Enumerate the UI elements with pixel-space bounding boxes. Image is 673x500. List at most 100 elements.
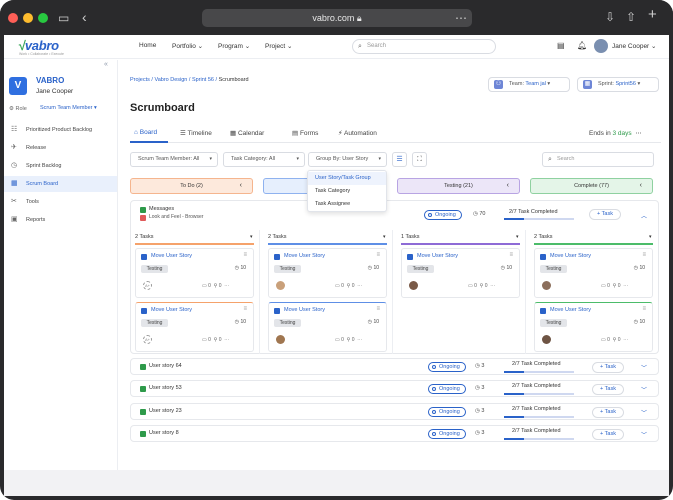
status-badge[interactable]: Ongoing — [428, 362, 466, 372]
menu-icon[interactable]: ≡ — [509, 252, 513, 258]
chevron-down-icon[interactable]: ﹀ — [641, 408, 647, 417]
user-story-row[interactable]: User story 8 Ongoing ◷ 3 2/7 Task Comple… — [130, 425, 659, 442]
tab-forms[interactable]: ▤ Forms — [292, 129, 318, 137]
user-menu[interactable]: Jane Cooper ⌄ — [612, 42, 657, 50]
assignee-avatar[interactable] — [542, 281, 551, 290]
task-card[interactable]: Move User Story ≡ Testing ◷ 10 ▭ 0 ⚲ 0 ⋯ — [534, 248, 653, 298]
status-badge[interactable]: Ongoing — [428, 407, 466, 417]
chevron-left-icon[interactable]: ‹ — [640, 179, 642, 193]
task-title[interactable]: Move User Story — [550, 253, 591, 259]
sidebar-toggle-icon[interactable]: ▭ — [58, 12, 69, 24]
chevron-down-icon[interactable]: ﹀ — [641, 430, 647, 439]
tab-calendar[interactable]: ▦ Calendar — [230, 129, 264, 137]
maximize-window-button[interactable] — [38, 13, 48, 23]
menu-icon[interactable]: ≡ — [376, 252, 380, 258]
assignee-avatar[interactable] — [542, 335, 551, 344]
inbox-icon[interactable]: ▤ — [557, 41, 565, 50]
sidebar-item-reports[interactable]: ▣ Reports — [4, 212, 117, 228]
task-title[interactable]: Move User Story — [284, 307, 325, 313]
chevron-down-icon[interactable]: ▾ — [250, 234, 253, 240]
tab-automation[interactable]: ⚡︎ Automation — [338, 129, 377, 137]
chevron-up-icon[interactable]: ︿ — [641, 211, 647, 220]
task-card[interactable]: Move User Story ≡ Testing ◷ 10 ▭ 0 ⚲ 0 ⋯ — [268, 248, 387, 298]
settings-filter-button[interactable]: ☰ — [392, 152, 407, 167]
chevron-left-icon[interactable]: ‹ — [240, 179, 242, 193]
sidebar-item-scrum-board[interactable]: ▦ Scrum Board — [4, 176, 117, 192]
user-story-row[interactable]: User story 53 Ongoing ◷ 3 2/7 Task Compl… — [130, 380, 659, 397]
chevron-down-icon[interactable]: ﹀ — [641, 363, 647, 372]
user-avatar[interactable] — [594, 39, 608, 53]
status-badge[interactable]: Ongoing — [424, 210, 462, 220]
add-task-button[interactable]: + Task — [592, 429, 624, 440]
nav-project[interactable]: Project ⌄ — [265, 42, 293, 50]
member-filter[interactable]: Scrum Team Member: All ▾ — [130, 152, 218, 167]
collapse-sidebar-icon[interactable]: « — [104, 61, 108, 68]
tab-timeline[interactable]: ☰ Timeline — [180, 129, 212, 137]
nav-portfolio[interactable]: Portfolio ⌄ — [172, 42, 203, 50]
fullscreen-button[interactable]: ⛶ — [412, 152, 427, 167]
chevron-down-icon[interactable]: ▾ — [383, 234, 386, 240]
chevron-left-icon[interactable]: ‹ — [507, 179, 509, 193]
task-title[interactable]: Move User Story — [417, 253, 458, 259]
nav-home[interactable]: Home — [139, 42, 156, 49]
groupby-option-task-category[interactable]: Task Category — [308, 185, 386, 198]
nav-program[interactable]: Program ⌄ — [218, 42, 250, 50]
story-title[interactable]: User story 53 — [149, 385, 182, 391]
sidebar-item-tools[interactable]: ✂︎ Tools — [4, 194, 117, 210]
add-task-button[interactable]: + Task — [592, 407, 624, 418]
task-card[interactable]: Move User Story ≡ Testing ◷ 10 ▭ 0 ⚲ 0 ⋯ — [268, 302, 387, 352]
task-title[interactable]: Move User Story — [550, 307, 591, 313]
tab-board[interactable]: ⌂ Board — [134, 129, 157, 136]
sidebar-item-backlog[interactable]: ☷ Prioritized Product Backlog — [4, 122, 117, 138]
story-title[interactable]: Messages — [149, 206, 174, 212]
more-icon[interactable]: ⋯ — [455, 12, 467, 24]
chevron-down-icon[interactable]: ▾ — [649, 234, 652, 240]
assignee-avatar[interactable] — [276, 335, 285, 344]
add-assignee-icon[interactable]: A+ — [143, 335, 152, 344]
menu-icon[interactable]: ≡ — [376, 306, 380, 312]
groupby-filter[interactable]: Group By: User Story ▾ — [308, 152, 387, 167]
close-window-button[interactable] — [8, 13, 18, 23]
add-task-button[interactable]: + Task — [592, 362, 624, 373]
status-badge[interactable]: Ongoing — [428, 384, 466, 394]
board-search-input[interactable]: ⌕ Search — [542, 152, 654, 167]
chevron-down-icon[interactable]: ▾ — [516, 234, 519, 240]
sidebar-item-sprint-backlog[interactable]: ◷ Sprint Backlog — [4, 158, 117, 174]
status-badge[interactable]: Ongoing — [428, 429, 466, 439]
status-complete[interactable]: Complete (77) ‹ — [530, 178, 653, 194]
groupby-option-task-assignee[interactable]: Task Assignee — [308, 198, 386, 211]
role-select[interactable]: Scrum Team Member ▾ — [40, 105, 97, 111]
global-search-input[interactable]: ⌕ Search — [352, 39, 496, 54]
sidebar-item-release[interactable]: ✈︎ Release — [4, 140, 117, 156]
back-icon[interactable]: ‹ — [82, 10, 87, 24]
story-title[interactable]: User story 64 — [149, 363, 182, 369]
team-select[interactable]: ⚇ Team: Team jal ▾ — [488, 77, 570, 92]
project-name[interactable]: VABRO — [36, 76, 64, 85]
user-story-row[interactable]: User story 64 Ongoing ◷ 3 2/7 Task Compl… — [130, 358, 659, 375]
task-title[interactable]: Move User Story — [151, 307, 192, 313]
task-title[interactable]: Move User Story — [284, 253, 325, 259]
user-story-row[interactable]: User story 23 Ongoing ◷ 3 2/7 Task Compl… — [130, 403, 659, 420]
download-icon[interactable]: ⇩ — [605, 11, 615, 23]
share-icon[interactable]: ⇧ — [626, 11, 636, 23]
vabro-logo[interactable]: √vabro — [18, 38, 59, 53]
category-filter[interactable]: Task Category: All ▾ — [223, 152, 305, 167]
add-task-button[interactable]: + Task — [592, 384, 624, 395]
groupby-option-user-story[interactable]: User Story/Task Group — [308, 172, 386, 185]
add-assignee-icon[interactable]: A+ — [143, 281, 152, 290]
add-task-button[interactable]: + Task — [589, 209, 621, 220]
address-bar[interactable]: vabro.com 🔒︎ — [202, 9, 472, 27]
menu-icon[interactable]: ≡ — [243, 252, 247, 258]
breadcrumb[interactable]: Projects / Vabro Design / Sprint 56 / Sc… — [130, 77, 249, 83]
menu-icon[interactable]: ≡ — [642, 306, 646, 312]
status-todo[interactable]: To Do (2) ‹ — [130, 178, 253, 194]
task-card[interactable]: Move User Story ≡ Testing ◷ 10 A+ ▭ 0 ⚲ … — [135, 302, 254, 352]
chevron-down-icon[interactable]: ﹀ — [641, 385, 647, 394]
bell-icon[interactable]: 🔔︎ — [577, 41, 587, 50]
minimize-window-button[interactable] — [23, 13, 33, 23]
task-card[interactable]: Move User Story ≡ Testing ◷ 10 ▭ 0 ⚲ 0 ⋯ — [534, 302, 653, 352]
assignee-avatar[interactable] — [409, 281, 418, 290]
menu-icon[interactable]: ≡ — [243, 306, 247, 312]
assignee-avatar[interactable] — [276, 281, 285, 290]
menu-icon[interactable]: ≡ — [642, 252, 646, 258]
